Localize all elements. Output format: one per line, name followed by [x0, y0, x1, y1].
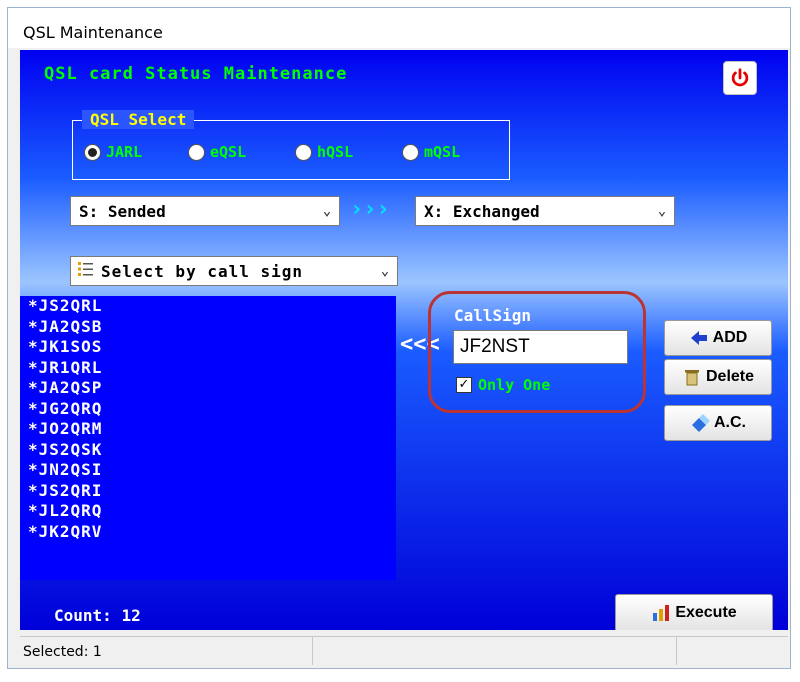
count-value: 12 [121, 606, 141, 625]
filter-mode-select[interactable]: Select by call sign ⌄ [70, 256, 398, 286]
list-item[interactable]: *JL2QRQ [20, 501, 396, 522]
chevron-down-icon: ⌄ [380, 263, 390, 279]
add-button-label: ADD [712, 329, 748, 346]
delete-button[interactable]: Delete [664, 359, 772, 395]
status-to-value: X: Exchanged [424, 201, 540, 221]
delete-button-label: Delete [705, 368, 755, 385]
radio-eqsl[interactable]: eQSL [188, 143, 246, 161]
status-from-select[interactable]: S: Sended ⌄ [70, 196, 340, 226]
ac-button[interactable]: A.C. [664, 405, 772, 441]
execute-button-label: Execute [675, 604, 737, 621]
qsl-maintenance-window: QSL Maintenance QSL card Status Maintena… [7, 7, 791, 669]
radio-mqsl-label: mQSL [424, 143, 461, 161]
status-segment-1: Selected: 1 [20, 637, 313, 665]
radio-hqsl-label: hQSL [317, 143, 354, 161]
callsign-highlight-ellipse [428, 291, 646, 413]
chevron-down-icon: ⌄ [657, 203, 667, 219]
list-item[interactable]: *JS2QSK [20, 440, 396, 461]
list-icon [71, 260, 95, 282]
list-item[interactable]: *JK1SOS [20, 337, 396, 358]
list-item[interactable]: *JA2QSP [20, 378, 396, 399]
list-item[interactable]: *JK2QRV [20, 522, 396, 543]
list-item[interactable]: *JA2QSB [20, 317, 396, 338]
arrow-left-icon [690, 331, 707, 345]
list-item[interactable]: *JG2QRQ [20, 399, 396, 420]
qsl-select-label: QSL Select [82, 110, 195, 129]
panel-heading: QSL card Status Maintenance [44, 64, 348, 84]
ac-button-label: A.C. [714, 414, 746, 431]
status-from-value: S: Sended [79, 201, 166, 221]
status-to-select[interactable]: X: Exchanged ⌄ [415, 196, 675, 226]
radio-eqsl-label: eQSL [210, 143, 247, 161]
callsign-listbox[interactable]: *JS2QRL *JA2QSB *JK1SOS *JR1QRL *JA2QSP … [20, 296, 396, 580]
radio-jarl-dot[interactable] [84, 143, 101, 161]
count-label: Count: [54, 606, 112, 625]
execute-button[interactable]: Execute [615, 594, 773, 630]
filter-mode-value: Select by call sign [101, 261, 304, 281]
forward-arrows: ››› [350, 197, 390, 222]
status-bar: Selected: 1 [20, 636, 788, 665]
eraser-icon [692, 414, 710, 432]
power-button[interactable] [723, 61, 757, 95]
radio-eqsl-dot[interactable] [188, 143, 205, 161]
radio-mqsl-dot[interactable] [402, 143, 419, 161]
list-item[interactable]: *JR1QRL [20, 358, 396, 379]
trash-icon [684, 370, 699, 386]
radio-mqsl[interactable]: mQSL [402, 143, 460, 161]
radio-hqsl[interactable]: hQSL [295, 143, 353, 161]
count-display: Count: 12 [54, 606, 141, 625]
title-bar: QSL Maintenance [8, 8, 790, 48]
radio-hqsl-dot[interactable] [295, 143, 312, 161]
execute-icon [653, 605, 670, 621]
list-item[interactable]: *JS2QRI [20, 481, 396, 502]
main-panel: QSL card Status Maintenance QSL Select J… [20, 50, 788, 630]
list-item[interactable]: *JS2QRL [20, 296, 396, 317]
window-title: QSL Maintenance [23, 23, 163, 42]
power-icon [731, 68, 749, 87]
chevron-down-icon: ⌄ [322, 203, 332, 219]
status-segment-2 [312, 637, 677, 665]
radio-jarl[interactable]: JARL [84, 143, 142, 161]
status-text: Selected: 1 [23, 644, 102, 660]
list-item[interactable]: *JO2QRM [20, 419, 396, 440]
radio-jarl-label: JARL [106, 143, 143, 161]
list-item[interactable]: *JN2QSI [20, 460, 396, 481]
add-button[interactable]: ADD [664, 320, 772, 356]
